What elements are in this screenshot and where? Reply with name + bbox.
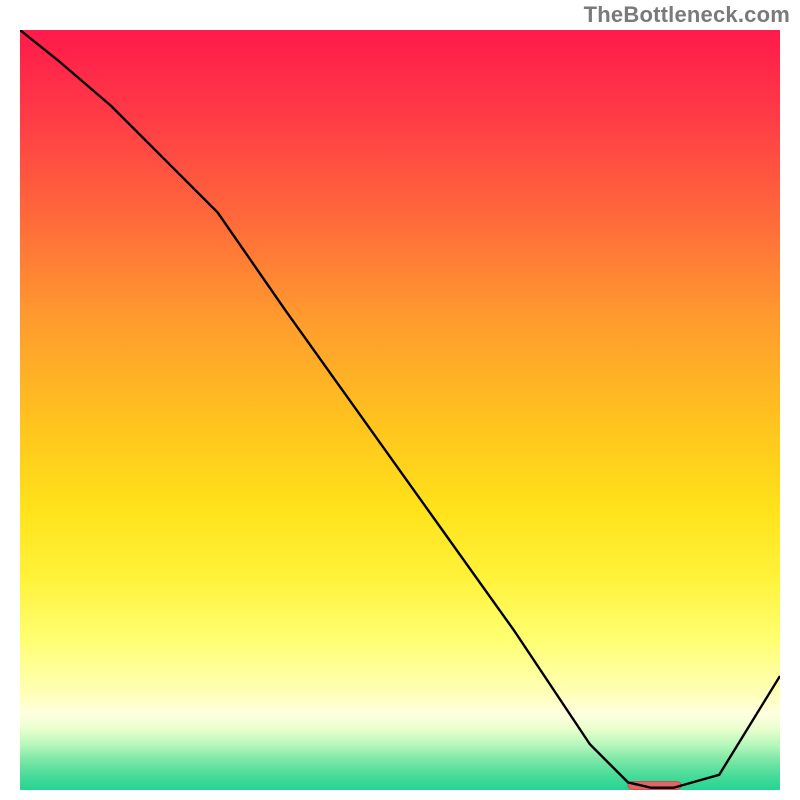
chart-container: TheBottleneck.com xyxy=(0,0,800,800)
bottleneck-curve xyxy=(20,30,780,788)
watermark-text: TheBottleneck.com xyxy=(584,2,790,28)
chart-overlay-svg xyxy=(20,30,780,790)
plot-area xyxy=(20,30,780,790)
